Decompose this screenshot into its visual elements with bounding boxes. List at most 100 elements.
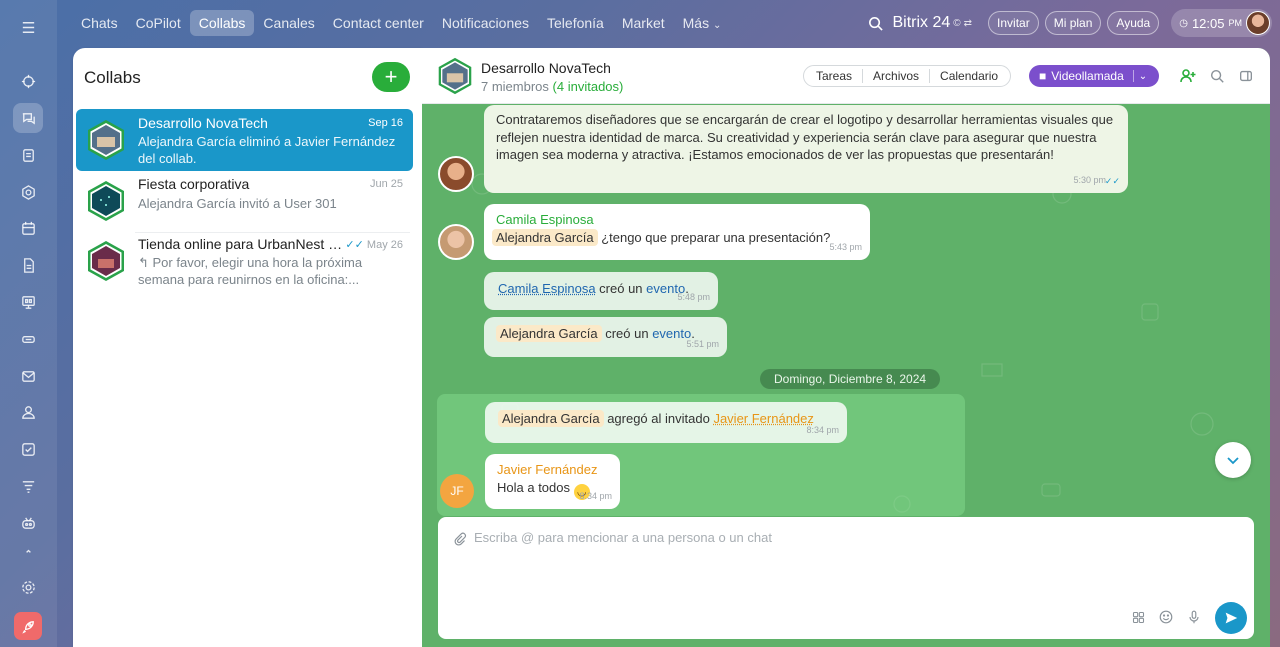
message-time: 8:34 pm [579, 490, 612, 501]
document-icon[interactable] [13, 250, 43, 280]
mention-chip[interactable]: Alejandra García [492, 228, 598, 246]
feed-icon[interactable] [13, 140, 43, 170]
tab-tareas[interactable]: Tareas [806, 69, 864, 83]
mention-chip[interactable]: Alejandra García [496, 325, 602, 342]
message-time: 5:43 pm [829, 241, 862, 252]
nav-chats[interactable]: Chats [72, 10, 127, 36]
clock-ampm: PM [1228, 18, 1243, 28]
send-button[interactable] [1215, 602, 1247, 634]
emoji-icon[interactable] [1157, 608, 1175, 626]
nav-contact-center[interactable]: Contact center [324, 10, 433, 36]
add-member-icon[interactable] [1179, 67, 1197, 85]
chat-icon[interactable] [13, 103, 43, 133]
search-icon[interactable] [1208, 67, 1226, 85]
my-plan-button[interactable]: Mi plan [1044, 11, 1102, 35]
message-content: Alejandra García ¿tengo que preparar una… [492, 228, 858, 247]
message-input[interactable] [474, 530, 1114, 545]
video-separator [1132, 70, 1134, 82]
video-call-label: Videollamada [1051, 69, 1124, 83]
tab-calendario[interactable]: Calendario [930, 69, 1008, 83]
message-bubble[interactable]: Contrataremos diseñadores que se encarga… [484, 105, 1128, 193]
nav-collabs[interactable]: Collabs [189, 10, 255, 36]
nav-more[interactable]: Más ⌄ [674, 10, 731, 36]
filter-icon[interactable] [13, 471, 43, 501]
message-text: Hola a todos [497, 479, 570, 495]
collab-last-message: Alejandra García eliminó a Javier Fernán… [138, 134, 396, 166]
chat-title[interactable]: Desarrollo NovaTech [481, 60, 611, 76]
actor-link[interactable]: Camila Espinosa [498, 281, 596, 296]
clock-widget[interactable]: ◷ 12:05 PM [1171, 9, 1272, 37]
scroll-to-bottom-button[interactable] [1215, 442, 1251, 478]
collab-item[interactable]: Desarrollo NovaTech Sep 16 Alejandra Gar… [76, 109, 413, 171]
read-checkmark-icon: ✓✓ [1104, 175, 1120, 186]
board-icon[interactable] [13, 287, 43, 317]
message-text: agregó al invitado [607, 411, 710, 426]
nav-telefonia[interactable]: Telefonía [538, 10, 613, 36]
robot-icon[interactable] [13, 508, 43, 538]
message-text: Contrataremos diseñadores que se encarga… [496, 112, 1114, 162]
contacts-icon[interactable] [13, 397, 43, 427]
storage-icon[interactable] [13, 324, 43, 354]
message-bubble[interactable]: Camila Espinosa Alejandra García ¿tengo … [484, 204, 870, 260]
reply-icon: ↰ [138, 255, 153, 270]
collab-item[interactable]: Tienda online para UrbanNest C... ✓✓ May… [76, 230, 413, 292]
system-message[interactable]: Camila Espinosa creó un evento. 5:48 pm [484, 272, 718, 310]
message-author[interactable]: Javier Fernández [497, 461, 608, 479]
brand-mark: © [953, 17, 961, 29]
tasks-icon[interactable] [13, 434, 43, 464]
chat-header: Desarrollo NovaTech 7 miembros (4 invita… [422, 48, 1270, 104]
hexagon-icon[interactable] [13, 177, 43, 207]
message-time: 8:34 pm [806, 424, 839, 435]
help-button[interactable]: Ayuda [1107, 11, 1160, 35]
collab-avatar-hexagon [88, 181, 124, 221]
chevron-down-icon: ⌄ [712, 20, 722, 31]
rocket-icon[interactable] [14, 612, 42, 640]
system-message[interactable]: Alejandra García agregó al invitado Javi… [485, 402, 847, 443]
system-message[interactable]: Alejandra García creó un evento. 5:51 pm [484, 317, 727, 357]
author-avatar[interactable] [438, 156, 474, 192]
clock-time: 12:05 [1191, 15, 1225, 31]
apps-grid-icon[interactable] [1129, 608, 1147, 626]
send-icon [1225, 612, 1238, 624]
attachment-icon[interactable] [450, 529, 468, 547]
add-collab-button[interactable]: + [372, 62, 410, 92]
invite-button[interactable]: Invitar [988, 11, 1039, 35]
chevron-up-icon[interactable] [13, 540, 43, 560]
guest-link[interactable]: Javier Fernández [713, 411, 813, 426]
collab-date: Jun 25 [369, 178, 403, 190]
nav-market[interactable]: Market [613, 10, 674, 36]
copilot-icon[interactable] [13, 66, 43, 96]
message-composer [438, 517, 1254, 639]
mention-chip[interactable]: Alejandra García [498, 410, 604, 427]
tab-archivos[interactable]: Archivos [863, 69, 931, 83]
read-checkmark-icon: ✓✓ [345, 239, 364, 251]
mail-icon[interactable] [13, 361, 43, 391]
video-camera-icon: ■ [1039, 69, 1047, 83]
message-author[interactable]: Camila Espinosa [496, 211, 858, 229]
chat-tabs: Tareas Archivos Calendario [803, 65, 1012, 87]
calendar-icon[interactable] [13, 213, 43, 243]
author-avatar-initials[interactable]: JF [440, 474, 474, 508]
collabs-title: Collabs [84, 68, 141, 87]
collab-item[interactable]: Fiesta corporativa Jun 25 Alejandra Garc… [76, 170, 413, 232]
microphone-icon[interactable] [1185, 608, 1203, 626]
chat-avatar-hexagon[interactable] [436, 57, 474, 95]
settings-icon[interactable] [13, 572, 43, 602]
message-bubble[interactable]: Javier Fernández Hola a todos ◡ 8:34 pm [485, 454, 620, 509]
top-navigation: Chats CoPilot Collabs Canales Contact ce… [72, 9, 730, 37]
author-avatar[interactable] [438, 224, 474, 260]
user-avatar[interactable] [1246, 11, 1270, 35]
message-time: 5:30 pm [1073, 174, 1106, 185]
nav-notificaciones[interactable]: Notificaciones [433, 10, 538, 36]
chat-panel: Desarrollo NovaTech 7 miembros (4 invita… [422, 48, 1270, 647]
search-icon[interactable] [864, 12, 886, 34]
nav-copilot[interactable]: CoPilot [127, 10, 190, 36]
message-time: 5:51 pm [686, 338, 719, 349]
sidebar-toggle-icon[interactable] [1237, 67, 1255, 85]
video-call-button[interactable]: ■ Videollamada ⌄ [1029, 65, 1159, 87]
nav-canales[interactable]: Canales [254, 10, 323, 36]
chevron-down-icon[interactable]: ⌄ [1139, 71, 1147, 82]
event-link[interactable]: evento [652, 326, 691, 341]
menu-icon[interactable] [13, 12, 43, 42]
chat-members[interactable]: 7 miembros (4 invitados) [481, 79, 623, 94]
